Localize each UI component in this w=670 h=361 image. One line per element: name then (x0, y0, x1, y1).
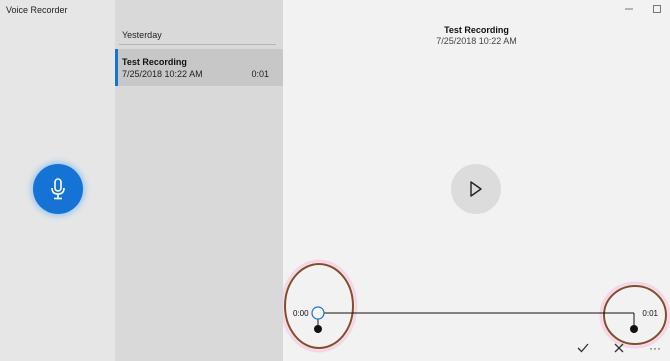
divider (119, 44, 276, 45)
minimize-button[interactable] (624, 4, 634, 14)
playhead-handle[interactable] (311, 306, 325, 320)
maximize-icon (653, 5, 661, 13)
annotation-circle-end-glow (599, 281, 670, 349)
recording-duration: 0:01 (251, 69, 269, 79)
save-trim-button[interactable] (576, 341, 590, 355)
trim-actions: ··· (576, 341, 662, 355)
play-icon (470, 181, 482, 197)
left-pane: Voice Recorder (0, 0, 115, 361)
maximize-button[interactable] (652, 4, 662, 14)
recording-title: Test Recording (444, 25, 509, 35)
recording-date: 7/25/2018 10:22 AM (122, 69, 203, 79)
start-time-label: 0:00 (293, 309, 309, 318)
end-time-label: 0:01 (642, 309, 658, 318)
minimize-icon (625, 8, 633, 10)
more-button[interactable]: ··· (648, 341, 662, 355)
play-button[interactable] (451, 164, 501, 214)
cancel-trim-button[interactable] (612, 341, 626, 355)
recording-item[interactable]: Test Recording 7/25/2018 10:22 AM 0:01 (115, 49, 283, 86)
window-controls (624, 4, 662, 14)
record-button[interactable] (33, 164, 83, 214)
trim-start-handle[interactable] (314, 325, 322, 333)
checkmark-icon (577, 343, 589, 353)
annotation-circle-start-glow (283, 259, 358, 353)
trim-end-handle[interactable] (630, 325, 638, 333)
player-pane: Test Recording 7/25/2018 10:22 AM 0:00 0… (283, 0, 670, 361)
more-icon: ··· (649, 341, 661, 355)
close-icon (614, 343, 624, 353)
recordings-list: Yesterday Test Recording 7/25/2018 10:22… (115, 0, 283, 361)
recording-name: Test Recording (122, 57, 187, 67)
group-header: Yesterday (122, 30, 162, 40)
recording-timestamp: 7/25/2018 10:22 AM (436, 36, 517, 46)
annotation-circle-start (284, 263, 354, 349)
app-title: Voice Recorder (6, 5, 68, 15)
microphone-icon (51, 178, 65, 200)
